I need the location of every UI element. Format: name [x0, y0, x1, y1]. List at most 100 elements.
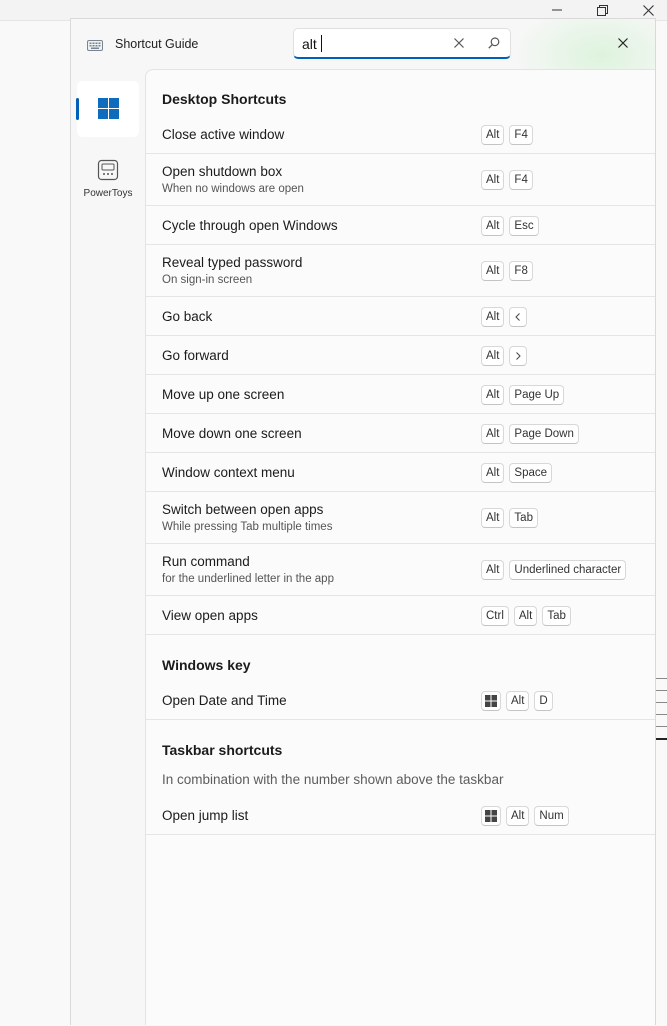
restore-icon[interactable]	[591, 2, 613, 18]
section-title: Windows key	[162, 657, 251, 673]
search-icon[interactable]	[487, 36, 501, 50]
shortcut-row: Switch between open apps While pressing T…	[146, 492, 655, 544]
keycap: Underlined character	[509, 560, 627, 580]
windows-key-icon	[481, 805, 501, 826]
powertoys-icon	[97, 159, 119, 186]
shortcut-name: View open apps	[162, 608, 258, 623]
keycap: D	[534, 690, 553, 711]
shortcut-name: Go back	[162, 309, 213, 324]
app-title: Shortcut Guide	[115, 37, 199, 51]
shortcut-name: Close active window	[162, 127, 285, 142]
shortcut-row: Go forward Alt	[146, 336, 655, 375]
shortcut-description: While pressing Tab multiple times	[162, 521, 333, 533]
keycap: Alt	[481, 508, 505, 528]
key-combination: Ctrl Alt Tab	[481, 605, 571, 626]
keycap: Esc	[509, 215, 539, 236]
shortcut-row: Close active window Alt F4	[146, 115, 655, 154]
keycap: Page Up	[509, 384, 565, 405]
key-combination: Alt Underlined character	[481, 560, 627, 580]
key-combination: Alt D	[481, 690, 553, 711]
shortcut-guide-window: Shortcut Guide alt PowerToys Desktop Sho…	[70, 18, 656, 1025]
key-combination: Alt Space	[481, 462, 553, 483]
section-title: Desktop Shortcuts	[162, 91, 287, 107]
shortcut-list: Desktop Shortcuts Close active window Alt F…	[145, 69, 655, 1025]
key-combination: Alt Page Down	[481, 423, 579, 444]
keycap: Alt	[506, 690, 530, 711]
key-combination: Alt Page Up	[481, 384, 565, 405]
key-combination: Alt F8	[481, 261, 533, 281]
search-box[interactable]	[293, 28, 511, 59]
keycap: Alt	[506, 805, 530, 826]
shortcut-name: Open jump list	[162, 808, 249, 823]
shortcut-description: When no windows are open	[162, 183, 304, 195]
keycap: Space	[509, 462, 553, 483]
key-combination: Alt Tab	[481, 508, 538, 528]
nav-item-label: PowerToys	[83, 188, 133, 199]
shortcut-row: Go back Alt	[146, 297, 655, 336]
keycap: Alt	[481, 423, 505, 444]
window-close-icon[interactable]	[637, 2, 659, 18]
keycap: Alt	[481, 124, 505, 145]
keycap: Alt	[513, 605, 538, 626]
keycap: Alt	[481, 384, 505, 405]
nav-item-powertoys[interactable]: PowerToys	[77, 153, 139, 209]
shortcut-name: Open shutdown box	[162, 164, 283, 179]
shortcut-description: for the underlined letter in the app	[162, 573, 334, 585]
windows-key-icon	[481, 690, 501, 711]
key-combination: Alt	[481, 306, 528, 327]
key-combination: Alt Num	[481, 805, 569, 826]
key-combination: Alt F4	[481, 124, 533, 145]
keycap: Alt	[481, 215, 505, 236]
key-combination: Alt	[481, 345, 528, 366]
minimize-icon[interactable]	[546, 2, 568, 18]
keycap: Alt	[481, 261, 505, 281]
shortcut-row: Open jump list Alt Num	[146, 796, 655, 835]
shortcut-description: On sign-in screen	[162, 274, 253, 286]
shortcut-row: Open shutdown box When no windows are ope…	[146, 154, 655, 206]
keycap: Tab	[509, 508, 538, 528]
left-arrow-key-icon	[509, 306, 528, 327]
shortcut-row: View open apps Ctrl Alt Tab	[146, 596, 655, 635]
keycap: Alt	[481, 560, 505, 580]
shortcut-name: Go forward	[162, 348, 229, 363]
key-combination: Alt F4	[481, 170, 533, 190]
windows-icon	[98, 98, 119, 124]
shortcut-row: Open Date and Time Alt D	[146, 681, 655, 720]
keycap: F4	[509, 170, 533, 190]
keycap: Ctrl	[481, 605, 509, 626]
close-icon[interactable]	[614, 34, 632, 52]
nav-item-windows[interactable]	[76, 81, 139, 137]
shortcut-name: Move down one screen	[162, 426, 302, 441]
keycap: Alt	[481, 345, 505, 366]
section-title: Taskbar shortcuts	[162, 742, 283, 758]
shortcut-row: Window context menu Alt Space	[146, 453, 655, 492]
keycap: Num	[534, 805, 569, 826]
shortcut-name: Switch between open apps	[162, 502, 324, 517]
shortcut-name: Cycle through open Windows	[162, 218, 338, 233]
section-subtitle: In combination with the number shown abo…	[162, 772, 504, 787]
keycap: Alt	[481, 462, 505, 483]
keycap: Page Down	[509, 423, 579, 444]
shortcut-name: Open Date and Time	[162, 693, 287, 708]
keycap: F4	[509, 124, 533, 145]
shortcut-name: Reveal typed password	[162, 255, 303, 270]
keycap: F8	[509, 261, 533, 281]
shortcut-row: Move down one screen Alt Page Down	[146, 414, 655, 453]
shortcut-row: Cycle through open Windows Alt Esc	[146, 206, 655, 245]
shortcut-name: Window context menu	[162, 465, 295, 480]
shortcut-row: Reveal typed password On sign-in screen Al…	[146, 245, 655, 297]
keycap: Alt	[481, 306, 505, 327]
clear-search-icon[interactable]	[452, 36, 466, 50]
keycap: Alt	[481, 170, 505, 190]
shortcut-row: Move up one screen Alt Page Up	[146, 375, 655, 414]
search-input[interactable]	[302, 34, 442, 54]
right-arrow-key-icon	[509, 345, 528, 366]
shortcut-name: Run command	[162, 554, 250, 569]
key-combination: Alt Esc	[481, 215, 539, 236]
shortcut-name: Move up one screen	[162, 387, 285, 402]
selected-indicator	[76, 98, 79, 120]
shortcut-row: Run command for the underlined letter in …	[146, 544, 655, 596]
keyboard-icon	[87, 38, 103, 51]
header: Shortcut Guide	[71, 19, 655, 69]
background-edge-marks	[656, 678, 667, 751]
